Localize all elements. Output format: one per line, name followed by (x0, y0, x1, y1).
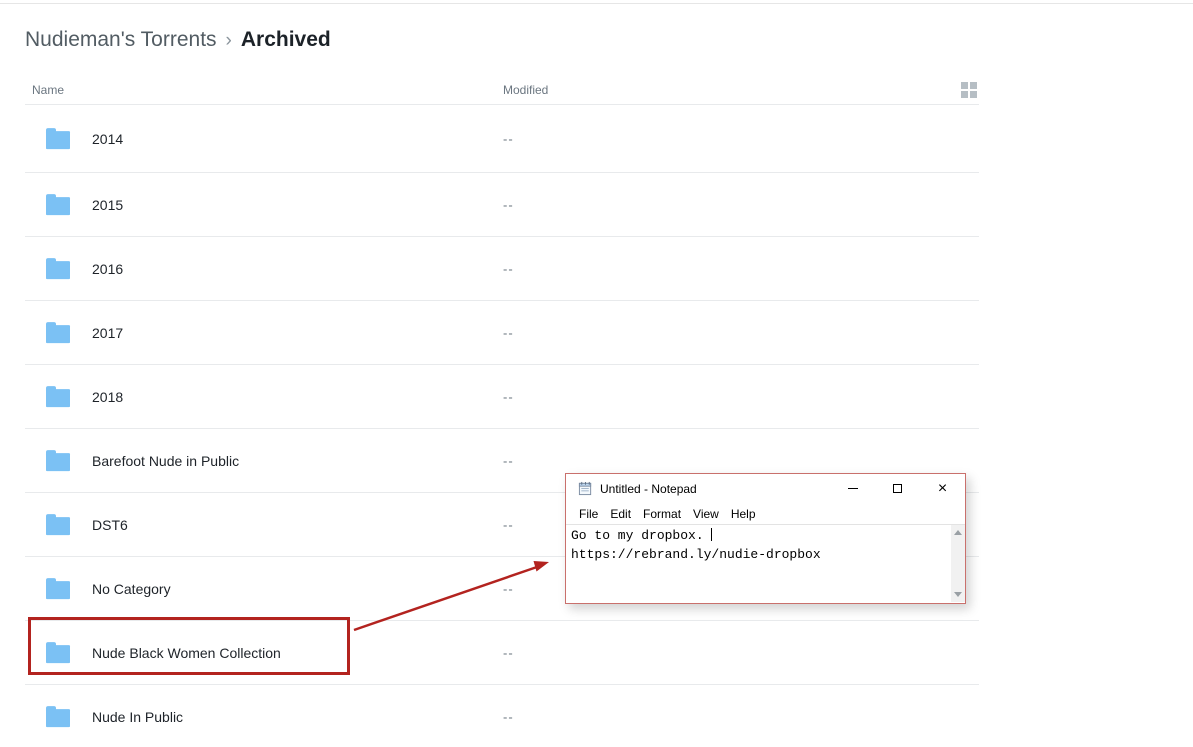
breadcrumb-separator-icon: › (226, 30, 232, 51)
close-button[interactable]: × (920, 474, 965, 503)
table-row[interactable]: Nude In Public -- (25, 685, 979, 747)
scroll-down-icon[interactable] (954, 592, 962, 597)
row-modified: -- (503, 131, 514, 146)
row-modified: -- (503, 197, 514, 212)
scroll-up-icon[interactable] (954, 530, 962, 535)
folder-icon (46, 197, 70, 215)
column-header-modified[interactable]: Modified (503, 83, 548, 97)
breadcrumb-current: Archived (241, 28, 331, 51)
folder-icon (46, 131, 70, 149)
notepad-titlebar[interactable]: Untitled - Notepad × (566, 474, 965, 503)
maximize-button[interactable] (875, 474, 920, 503)
folder-icon (46, 645, 70, 663)
text-line-2: https://rebrand.ly/nudie-dropbox (566, 546, 965, 564)
notepad-window: Untitled - Notepad × File Edit Format Vi… (565, 473, 966, 604)
breadcrumb: Nudieman's Torrents › Archived (25, 28, 331, 52)
column-header-name[interactable]: Name (32, 83, 64, 97)
row-name[interactable]: Nude Black Women Collection (92, 645, 281, 661)
menu-format[interactable]: Format (637, 507, 687, 521)
row-modified: -- (503, 261, 514, 276)
notepad-text-area[interactable]: Go to my dropbox. https://rebrand.ly/nud… (566, 524, 965, 602)
row-name[interactable]: Nude In Public (92, 709, 183, 725)
window-title: Untitled - Notepad (600, 482, 697, 496)
row-name[interactable]: DST6 (92, 517, 128, 533)
text-line-1: Go to my dropbox. (571, 528, 711, 543)
row-name[interactable]: 2015 (92, 197, 123, 213)
folder-icon (46, 261, 70, 279)
notepad-icon (578, 481, 593, 496)
minimize-icon (848, 488, 858, 489)
list-header: Name Modified (25, 75, 979, 105)
row-modified: -- (503, 645, 514, 660)
breadcrumb-parent-link[interactable]: Nudieman's Torrents (25, 28, 217, 51)
row-modified: -- (503, 581, 514, 596)
file-rows: 2014 -- 2015 -- 2016 -- 2017 -- 2018 -- … (25, 105, 979, 747)
row-modified: -- (503, 325, 514, 340)
table-row[interactable]: 2018 -- (25, 365, 979, 429)
table-row-highlighted[interactable]: Nude Black Women Collection -- (25, 621, 979, 685)
menu-edit[interactable]: Edit (604, 507, 637, 521)
row-modified: -- (503, 453, 514, 468)
menu-file[interactable]: File (573, 507, 604, 521)
folder-icon (46, 325, 70, 343)
table-row[interactable]: 2015 -- (25, 173, 979, 237)
window-controls: × (830, 474, 965, 503)
folder-icon (46, 517, 70, 535)
row-name[interactable]: 2018 (92, 389, 123, 405)
vertical-scrollbar[interactable] (951, 525, 965, 602)
row-name[interactable]: No Category (92, 581, 171, 597)
page-top-divider (0, 3, 1193, 4)
row-name[interactable]: 2014 (92, 131, 123, 147)
row-name[interactable]: 2016 (92, 261, 123, 277)
menu-help[interactable]: Help (725, 507, 762, 521)
row-name[interactable]: 2017 (92, 325, 123, 341)
row-name[interactable]: Barefoot Nude in Public (92, 453, 239, 469)
grid-view-icon[interactable] (961, 82, 977, 98)
text-cursor (711, 528, 712, 541)
table-row[interactable]: 2017 -- (25, 301, 979, 365)
folder-icon (46, 709, 70, 727)
table-row[interactable]: 2014 -- (25, 105, 979, 173)
folder-icon (46, 453, 70, 471)
row-modified: -- (503, 517, 514, 532)
table-row[interactable]: 2016 -- (25, 237, 979, 301)
maximize-icon (893, 484, 902, 493)
folder-icon (46, 389, 70, 407)
row-modified: -- (503, 710, 514, 725)
text-line: Go to my dropbox. (566, 527, 965, 545)
minimize-button[interactable] (830, 474, 875, 503)
notepad-menubar: File Edit Format View Help (566, 503, 965, 524)
folder-icon (46, 581, 70, 599)
row-modified: -- (503, 389, 514, 404)
close-icon: × (938, 481, 947, 497)
menu-view[interactable]: View (687, 507, 725, 521)
